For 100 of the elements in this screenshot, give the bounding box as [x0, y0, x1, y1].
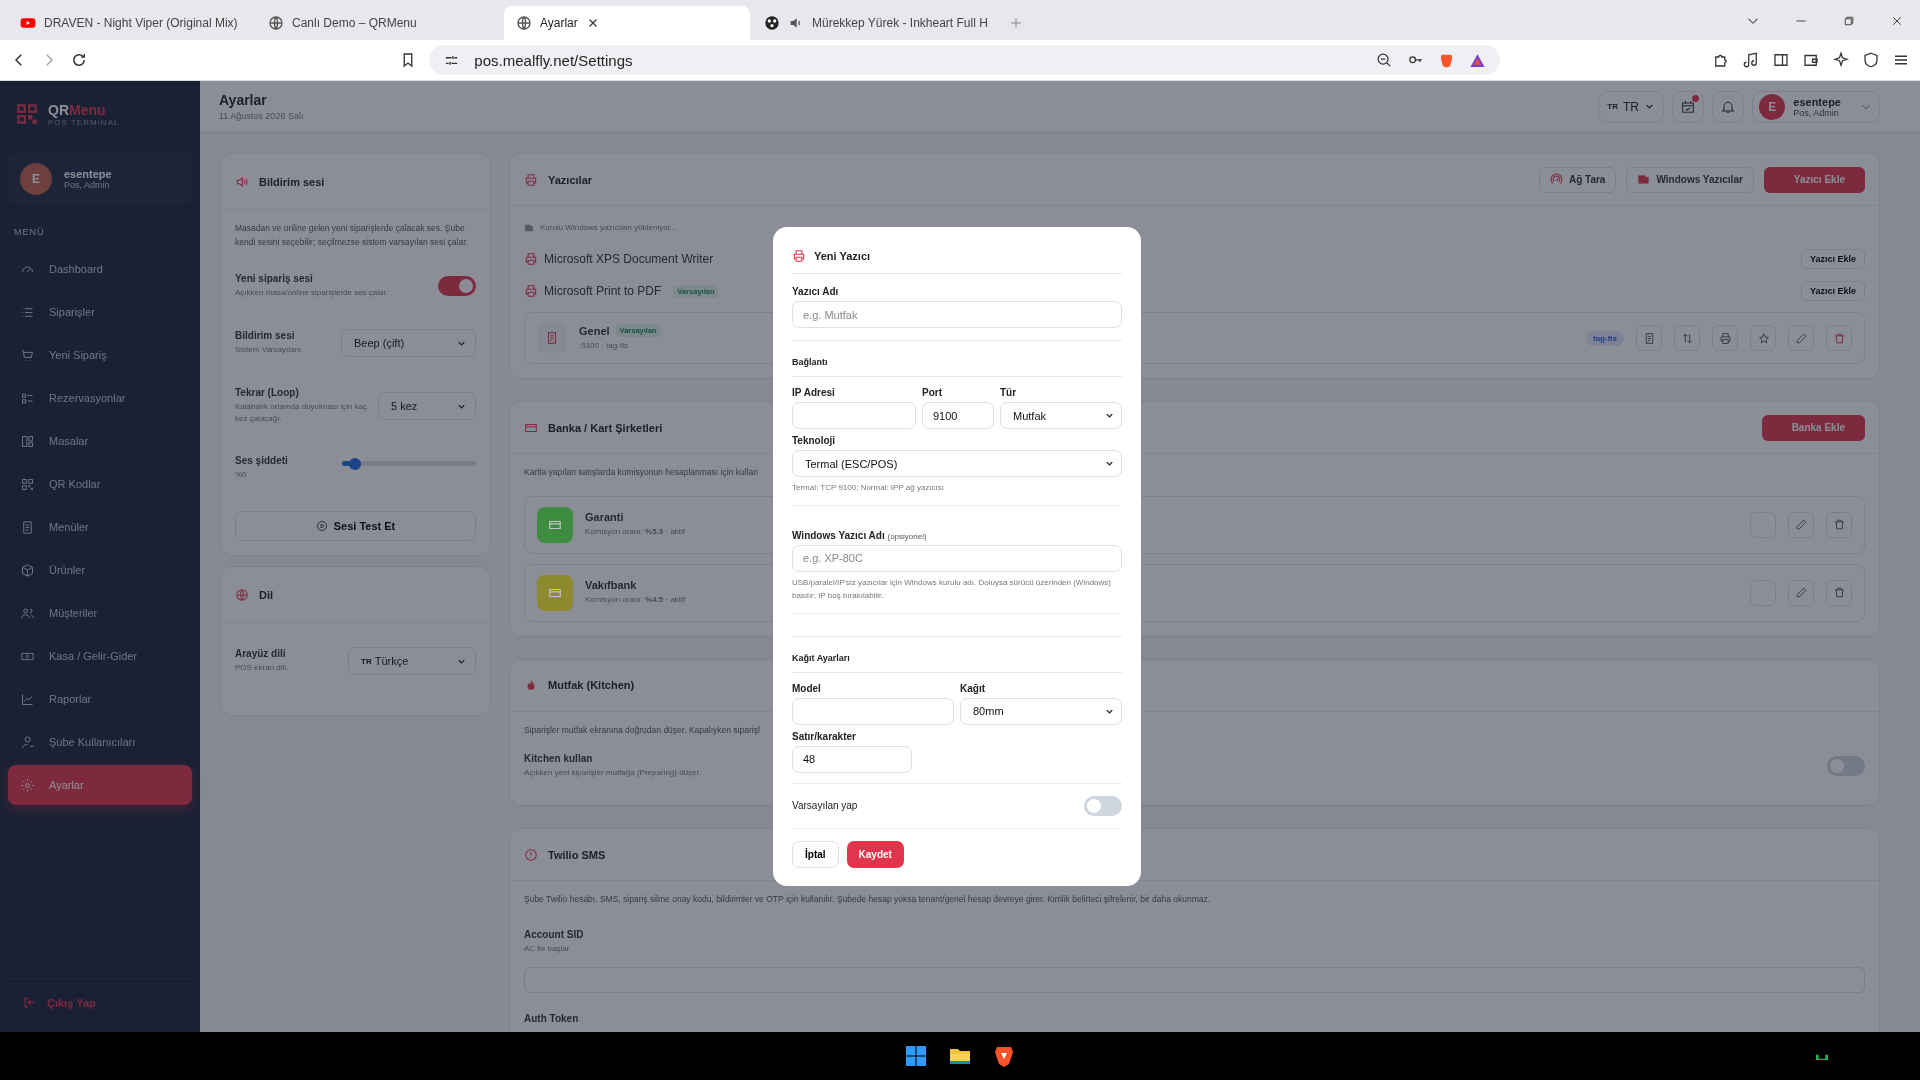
trash-button[interactable]: [1826, 579, 1852, 606]
address-bar[interactable]: pos.mealfly.net/Settings: [429, 45, 1500, 75]
card-description: Siparişler mutfak ekranına doğrudan düşer. Kapalıyken siparişl: [524, 723, 760, 737]
dropdown[interactable]: 5 kez: [378, 392, 476, 421]
sidebar-icon[interactable]: [1772, 51, 1790, 69]
logout-icon: [22, 995, 37, 1010]
music-icon[interactable]: [1742, 51, 1760, 69]
sidebar-item[interactable]: Şube Kullanıcıları: [8, 722, 192, 762]
add-printer-button[interactable]: Yazıcı Ekle: [1800, 249, 1865, 269]
card-title: Yazıcılar: [548, 173, 593, 186]
page-title: Ayarlar: [219, 92, 268, 108]
input-field[interactable]: [792, 402, 916, 430]
toggle-switch[interactable]: [1827, 756, 1865, 777]
star-button[interactable]: [1750, 325, 1776, 351]
windows-printers-button[interactable]: Windows Yazıcılar: [1626, 166, 1754, 193]
swap-button[interactable]: [1674, 325, 1700, 351]
windows-icon[interactable]: [904, 1044, 928, 1068]
trash-button[interactable]: [1826, 325, 1852, 351]
toggle-switch[interactable]: [438, 276, 476, 297]
pencil-button[interactable]: [1788, 511, 1814, 538]
zoom-out-icon[interactable]: [1375, 51, 1393, 69]
brand-name: QRMenu: [48, 101, 107, 118]
printer-icon: [524, 284, 538, 298]
sidebar-item[interactable]: Masalar: [8, 421, 192, 461]
shield-icon[interactable]: [1862, 51, 1880, 69]
input-field[interactable]: e.g. XP-80C: [792, 544, 1122, 572]
globe-icon: [516, 15, 532, 31]
new-tab-icon[interactable]: [1008, 15, 1024, 31]
printer-icon: [524, 252, 538, 266]
field-label: Kağıt: [960, 682, 986, 694]
pencil-icon: [1794, 518, 1808, 532]
trash-icon: [1832, 586, 1846, 600]
dropdown[interactable]: Beep (çift): [341, 329, 476, 358]
browser-tab[interactable]: Mürekkep Yürek - Inkheart Full H: [752, 6, 998, 40]
dropdown[interactable]: 80mm: [960, 697, 1122, 725]
sidebar-item[interactable]: Raporlar: [8, 679, 192, 719]
dropdown[interactable]: Mutfak: [1000, 402, 1122, 430]
avatar: E: [20, 163, 52, 195]
sidebar-item[interactable]: Ayarlar: [8, 765, 192, 805]
section-label: MENÜ: [14, 227, 46, 237]
cancel-button[interactable]: İptal: [792, 840, 839, 868]
field-hint: Termal: TCP 9100; Normal: IPP ağ yazıcısı: [792, 482, 946, 495]
scan-network-button[interactable]: Ağ Tara: [1538, 166, 1617, 193]
calendar-button[interactable]: [1672, 90, 1705, 123]
browser-tab[interactable]: DRAVEN - Night Viper (Original Mix): [8, 6, 254, 40]
setting-label: Yeni sipariş sesi: [235, 273, 313, 285]
field-label: Account SID: [524, 928, 584, 940]
pencil-button[interactable]: [1788, 325, 1814, 351]
user-icon: [20, 734, 35, 750]
field-label: Auth Token: [524, 1012, 579, 1024]
setting-label: Kitchen kullan: [524, 753, 593, 765]
sidebar-item[interactable]: Dashboard: [8, 249, 192, 289]
swap-icon: [1680, 331, 1694, 345]
calendar-icon: [1680, 98, 1697, 115]
user-menu[interactable]: E esentepe Pos, Admin: [1752, 90, 1880, 123]
field-label: Teknoloji: [792, 435, 837, 447]
sidebar-item[interactable]: Siparişler: [8, 292, 192, 332]
add-printer-button[interactable]: Yazıcı Ekle: [1763, 166, 1865, 193]
pencil-button[interactable]: [1788, 579, 1814, 606]
input-field[interactable]: 48: [792, 745, 912, 773]
lion-shield-icon[interactable]: [992, 1044, 1016, 1068]
speaker-icon: [235, 174, 249, 189]
trash-button[interactable]: [1826, 511, 1852, 538]
sidebar-item[interactable]: QR Kodlar: [8, 464, 192, 504]
save-button[interactable]: Kaydet: [846, 840, 904, 868]
add-bank-button[interactable]: Banka Ekle: [1761, 414, 1865, 441]
sidebar-item[interactable]: Rezervasyonlar: [8, 378, 192, 418]
sidebar-item[interactable]: Müşteriler: [8, 593, 192, 633]
browser-tab[interactable]: Ayarlar: [504, 6, 750, 40]
card-description: Kartla yapılan satışlarda komisyonun hesaplanması için kullan: [524, 466, 758, 479]
card-title: Banka / Kart Şirketleri: [548, 421, 663, 434]
sidebar-item[interactable]: Ürünler: [8, 550, 192, 590]
reload-icon[interactable]: [70, 51, 88, 69]
printer-button[interactable]: [1712, 325, 1738, 351]
radar-icon: [1549, 173, 1563, 186]
document-icon: [20, 519, 35, 535]
play-icon: [315, 520, 328, 533]
test-sound-button[interactable]: Sesi Test Et: [235, 511, 476, 542]
document-icon: [545, 331, 559, 345]
window-icon: [1637, 173, 1651, 186]
dropdown[interactable]: TR Türkçe: [348, 647, 476, 676]
doc-button[interactable]: [1636, 325, 1662, 351]
input-field[interactable]: [792, 697, 954, 725]
input-field[interactable]: 9100: [922, 402, 994, 430]
add-printer-button[interactable]: Yazıcı Ekle: [1800, 281, 1865, 301]
sparkle-icon[interactable]: [1832, 51, 1850, 69]
volume-slider[interactable]: [342, 461, 476, 467]
users-icon: [20, 605, 35, 621]
sidebar-item[interactable]: Menüler: [8, 507, 192, 547]
toggle-switch[interactable]: [1084, 795, 1122, 816]
sidebar-item[interactable]: Yeni Sipariş: [8, 335, 192, 375]
dropdown[interactable]: Termal (ESC/POS): [792, 450, 1122, 478]
sidebar-item[interactable]: Kasa / Gelir-Gider: [8, 636, 192, 676]
browser-tab[interactable]: Canlı Demo – QRMenu: [256, 6, 502, 40]
field-label: IP Adresi: [792, 387, 836, 399]
triangle-icon[interactable]: [1468, 51, 1486, 69]
input-field[interactable]: e.g. Mutfak: [792, 301, 1122, 329]
window-icon: [524, 223, 534, 233]
language-select[interactable]: TR TR: [1598, 90, 1665, 123]
notification-button[interactable]: [1712, 90, 1745, 123]
